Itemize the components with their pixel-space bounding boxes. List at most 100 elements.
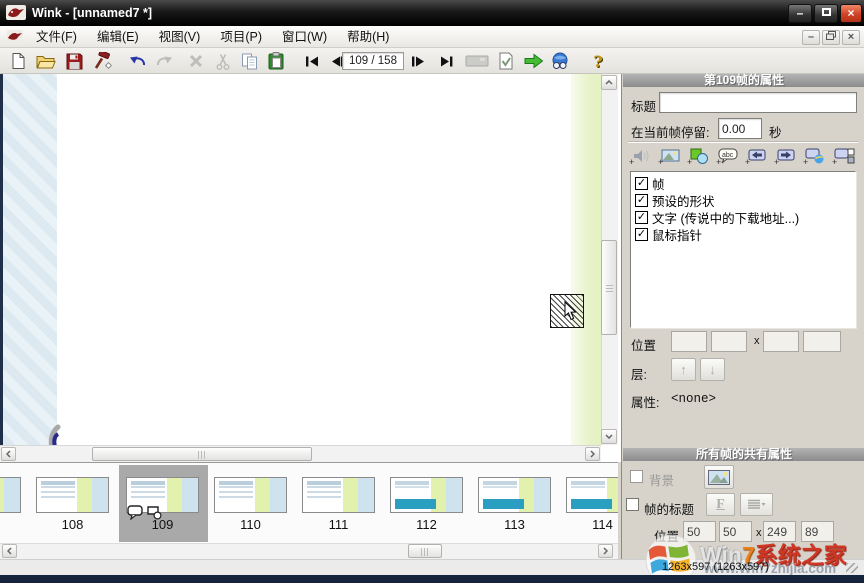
save-project-button[interactable] bbox=[62, 50, 86, 72]
svg-text:+: + bbox=[774, 157, 779, 166]
document-icon bbox=[7, 30, 23, 48]
frame-thumbnail-108[interactable] bbox=[36, 477, 109, 513]
last-frame-button[interactable] bbox=[434, 50, 458, 72]
frame-title-font-button[interactable]: F bbox=[706, 493, 735, 516]
frame-number-113[interactable]: 113 bbox=[478, 517, 551, 532]
capture-button[interactable] bbox=[462, 50, 492, 72]
filmstrip-scroll-left-button[interactable] bbox=[2, 544, 17, 558]
redo-button[interactable] bbox=[152, 50, 176, 72]
delete-button[interactable] bbox=[184, 50, 208, 72]
checkbox-checked-icon[interactable]: ✓ bbox=[635, 194, 648, 207]
stay-duration-input[interactable] bbox=[718, 118, 762, 139]
open-project-button[interactable] bbox=[34, 50, 58, 72]
mdi-close-button[interactable]: × bbox=[842, 30, 860, 45]
add-prev-frame-button-object[interactable]: + bbox=[743, 145, 769, 167]
add-url-link-button[interactable]: + bbox=[801, 145, 827, 167]
mdi-restore-button[interactable] bbox=[822, 30, 840, 45]
add-audio-button[interactable]: + bbox=[627, 145, 653, 167]
background-image-button[interactable] bbox=[704, 465, 734, 489]
menu-project[interactable]: 项目(P) bbox=[210, 26, 272, 48]
add-shape-button[interactable]: + bbox=[685, 145, 711, 167]
position-x-separator: x bbox=[754, 335, 760, 347]
object-height-input[interactable] bbox=[803, 331, 841, 352]
canvas-hscroll-right-button[interactable] bbox=[585, 447, 600, 461]
close-button[interactable]: × bbox=[840, 4, 862, 23]
paste-button[interactable] bbox=[264, 50, 288, 72]
frame-page[interactable] bbox=[57, 74, 571, 445]
canvas-hscroll-thumb[interactable] bbox=[92, 447, 312, 461]
new-project-button[interactable] bbox=[6, 50, 30, 72]
frame-title-input[interactable] bbox=[659, 92, 857, 113]
undo-button[interactable] bbox=[126, 50, 150, 72]
menu-file[interactable]: 文件(F) bbox=[26, 26, 87, 48]
canvas-area bbox=[0, 74, 621, 462]
frame-thumbnail-110[interactable] bbox=[214, 477, 287, 513]
canvas-vscroll-thumb[interactable] bbox=[601, 240, 617, 335]
render-button[interactable] bbox=[522, 50, 546, 72]
frames-width-input[interactable] bbox=[763, 521, 796, 542]
checkbox-checked-icon[interactable]: ✓ bbox=[635, 177, 648, 190]
mdi-minimize-button[interactable]: – bbox=[802, 30, 820, 45]
menu-edit[interactable]: 编辑(E) bbox=[87, 26, 149, 48]
frame-thumbnail-111[interactable] bbox=[302, 477, 375, 513]
checkbox-checked-icon[interactable]: ✓ bbox=[635, 228, 648, 241]
next-frame-button[interactable] bbox=[406, 50, 430, 72]
frame-title-checkbox[interactable] bbox=[626, 498, 639, 511]
add-next-frame-button-object[interactable]: + bbox=[772, 145, 798, 167]
layer-up-button[interactable]: ↑ bbox=[671, 358, 696, 381]
layer-item-frame[interactable]: ✓ 帧 bbox=[635, 175, 851, 192]
frames-y-input[interactable] bbox=[719, 521, 752, 542]
filmstrip-scroll-right-button[interactable] bbox=[598, 544, 613, 558]
add-image-button[interactable]: + bbox=[656, 145, 682, 167]
save-floppy-icon bbox=[66, 53, 83, 70]
frame-title-align-button[interactable] bbox=[740, 493, 773, 516]
render-project-button[interactable] bbox=[90, 50, 114, 72]
menu-view[interactable]: 视图(V) bbox=[149, 26, 211, 48]
window-bottom-edge bbox=[0, 575, 864, 583]
layer-item-mouse-pointer[interactable]: ✓ 鼠标指针 bbox=[635, 226, 851, 243]
layer-down-button[interactable]: ↓ bbox=[700, 358, 725, 381]
wink-application-window: Wink - [unnamed7 *] – × 文件(F) 编辑(E) 视图(V… bbox=[0, 0, 864, 583]
layer-item-preset-shapes[interactable]: ✓ 预设的形状 bbox=[635, 192, 851, 209]
frame-number-110[interactable]: 110 bbox=[214, 517, 287, 532]
frame-thumbnail-112[interactable] bbox=[390, 477, 463, 513]
frames-x-input[interactable] bbox=[683, 521, 716, 542]
frame-counter-display[interactable]: 109 / 158 bbox=[342, 52, 404, 70]
frame-number-112[interactable]: 112 bbox=[390, 517, 463, 532]
view-rendered-output-button[interactable] bbox=[548, 50, 572, 72]
help-button[interactable]: ? bbox=[586, 50, 610, 72]
render-settings-button[interactable] bbox=[494, 50, 518, 72]
frame-number-114[interactable]: 114 bbox=[566, 517, 618, 532]
open-folder-icon bbox=[36, 53, 56, 70]
object-y-input[interactable] bbox=[711, 331, 747, 352]
background-checkbox[interactable] bbox=[630, 470, 643, 483]
minimize-button[interactable]: – bbox=[788, 4, 812, 23]
add-textbox-button[interactable]: abc+ bbox=[714, 145, 740, 167]
first-frame-button[interactable] bbox=[300, 50, 324, 72]
canvas-vscroll-up-button[interactable] bbox=[601, 75, 617, 90]
frame-number-111[interactable]: 111 bbox=[302, 517, 375, 532]
frame-number-108[interactable]: 108 bbox=[36, 517, 109, 532]
svg-text:+: + bbox=[658, 157, 663, 166]
checkbox-checked-icon[interactable]: ✓ bbox=[635, 211, 648, 224]
layer-item-text[interactable]: ✓ 文字 (传说中的下载地址...) bbox=[635, 209, 851, 226]
canvas-vscroll-down-button[interactable] bbox=[601, 429, 617, 444]
frame-number-109[interactable]: 109 bbox=[126, 517, 199, 532]
resize-grip[interactable] bbox=[846, 563, 858, 573]
filmstrip-scroll-track[interactable] bbox=[0, 543, 618, 559]
frame-thumbnail-114[interactable] bbox=[566, 477, 618, 513]
object-width-input[interactable] bbox=[763, 331, 799, 352]
maximize-button[interactable] bbox=[814, 4, 838, 23]
copy-button[interactable] bbox=[238, 50, 262, 72]
object-x-input[interactable] bbox=[671, 331, 707, 352]
frame-thumbnail-113[interactable] bbox=[478, 477, 551, 513]
filmstrip-scroll-thumb[interactable] bbox=[408, 544, 442, 558]
toolbar: 109 / 158 ? bbox=[0, 48, 864, 74]
add-goto-frame-button[interactable]: + bbox=[830, 145, 856, 167]
menu-window[interactable]: 窗口(W) bbox=[272, 26, 337, 48]
cut-button[interactable] bbox=[211, 50, 235, 72]
frame-thumbnail-partial[interactable] bbox=[0, 477, 21, 513]
frames-height-input[interactable] bbox=[801, 521, 834, 542]
canvas-hscroll-left-button[interactable] bbox=[1, 447, 16, 461]
menu-help[interactable]: 帮助(H) bbox=[337, 26, 399, 48]
